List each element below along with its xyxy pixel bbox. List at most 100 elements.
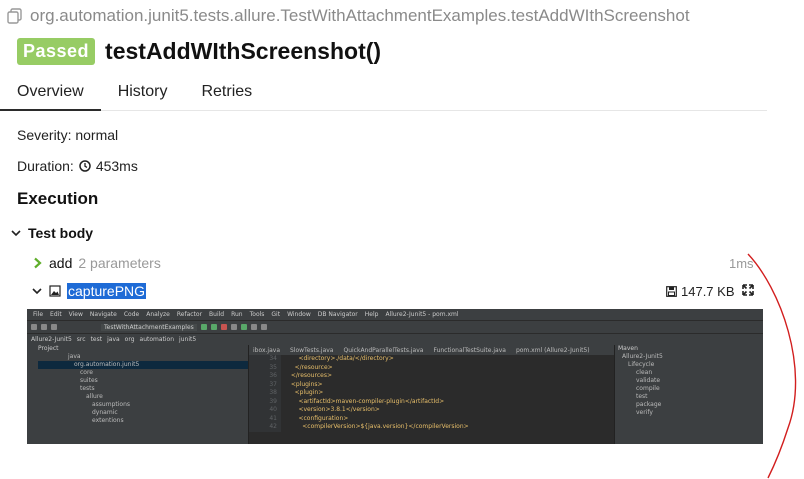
project-tree-item: suites	[80, 377, 98, 384]
status-badge: Passed	[17, 38, 96, 65]
editor-tabs: ibox.java SlowTests.java QuickAndParallelT…	[249, 345, 614, 355]
step-params: 2 parameters	[78, 255, 161, 271]
editor: ibox.java SlowTests.java QuickAndParallelT…	[249, 345, 614, 444]
ide-side-strip	[27, 345, 36, 444]
clock-icon	[79, 160, 91, 172]
vcs-icon	[230, 324, 237, 330]
code-area: 34 35 36 37 38 39 40 41 42 <directory>./data/</d…	[249, 355, 614, 432]
ide-menu-item: Navigate	[89, 311, 117, 318]
code-line: <compilerVersion>${java.version}</compil…	[287, 423, 469, 430]
project-tree-item: core	[80, 369, 93, 376]
ide-toolbar: TestWithAttachmentExamples	[27, 320, 763, 333]
duration-value: 453ms	[95, 158, 138, 174]
severity: Severity: normal	[17, 127, 119, 143]
line-number: 39	[269, 397, 277, 405]
test-body-label: Test body	[28, 225, 94, 241]
run-icon	[200, 324, 207, 330]
line-number: 42	[269, 423, 277, 430]
stop-icon	[220, 324, 227, 330]
test-full-name: org.automation.junit5.tests.allure.TestW…	[6, 6, 690, 26]
code-lines: <directory>./data/</directory> </resourc…	[281, 355, 469, 432]
project-tree: java org.automation.junit5 core suites tests…	[38, 353, 248, 424]
project-tree-item: tests	[80, 385, 95, 392]
ide-breadcrumb-item: org	[124, 336, 135, 343]
editor-tab: ibox.java	[253, 346, 280, 354]
editor-tab: pom.xml (Allure2-Junit5)	[515, 346, 590, 354]
code-line: <plugin>	[287, 389, 324, 396]
chevron-down-icon	[11, 230, 21, 237]
line-gutter: 34 35 36 37 38 39 40 41 42	[249, 355, 281, 432]
tab-overview[interactable]: Overview	[0, 76, 101, 111]
copy-icon[interactable]	[6, 7, 24, 25]
ide-breadcrumb-item: src	[76, 336, 86, 343]
project-tree-item: allure	[86, 393, 103, 400]
ide-menu-item: DB Navigator	[317, 311, 358, 318]
test-body-step[interactable]: Test body	[10, 225, 93, 241]
ide-menu-item: Git	[271, 311, 281, 318]
debug-icon	[210, 324, 217, 330]
project-tree-item: extentions	[92, 417, 124, 424]
line-number: 37	[269, 380, 277, 388]
step-name: add	[49, 255, 73, 271]
attachment-row[interactable]: capturePNG	[31, 283, 147, 299]
chevron-right-icon	[34, 257, 42, 269]
ide-breadcrumb-item: junit5	[179, 336, 197, 343]
page-title: testAddWIthScreenshot()	[105, 38, 382, 64]
ide-menu-item: Refactor	[176, 311, 203, 318]
editor-tab: SlowTests.java	[290, 346, 334, 354]
ide-menu-item: Window	[287, 311, 311, 318]
line-number: 38	[269, 389, 277, 396]
step-add[interactable]: add 2 parameters	[31, 255, 161, 271]
ide-menu-item: File	[33, 311, 44, 318]
editor-tab: FunctionalTestSuite.java	[433, 346, 506, 354]
attachment-size-value: 147.7 KB	[681, 284, 735, 299]
ide-menu-item: Edit	[50, 311, 62, 318]
save-icon	[666, 286, 677, 297]
project-tree-item: assumptions	[92, 401, 131, 408]
ide-breadcrumb-item: java	[107, 336, 120, 343]
line-number: 36	[269, 372, 277, 379]
project-tree-item: java	[68, 353, 81, 360]
tab-history[interactable]: History	[101, 76, 185, 109]
project-label: Project	[38, 345, 248, 353]
attachment-name: capturePNG	[67, 283, 147, 299]
red-annotation-curve	[747, 253, 797, 479]
sync-icon	[51, 324, 57, 330]
execution-heading: Execution	[17, 189, 99, 208]
full-name-text: org.automation.junit5.tests.allure.TestW…	[30, 6, 690, 25]
project-tree-item: org.automation.junit5	[38, 361, 248, 369]
commit-icon	[240, 324, 247, 330]
chevron-down-icon	[32, 288, 42, 295]
ide-menu-item: Tools	[249, 311, 265, 318]
ide-breadcrumb-item: automation	[139, 336, 175, 343]
code-line: </resources>	[287, 372, 332, 379]
editor-tab: QuickAndParallelTests.java	[343, 346, 424, 354]
image-icon	[49, 285, 61, 297]
ide-menu-item: Analyze	[146, 311, 170, 318]
ide-breadcrumb: Allure2-Junit5 src test java org automation ju…	[27, 333, 763, 345]
attachment-size: 147.7 KB	[666, 284, 735, 299]
ide-breadcrumb-item: test	[90, 336, 103, 343]
ide-menu-bar: File Edit View Navigate Code Analyze Refactor B…	[27, 309, 763, 320]
project-tree-item: dynamic	[92, 409, 118, 416]
open-icon	[31, 324, 37, 330]
ide-menu-item: View	[68, 311, 83, 318]
attachment-screenshot: File Edit View Navigate Code Analyze Refactor B…	[27, 309, 763, 444]
code-line: <version>3.8.1</version>	[287, 406, 380, 413]
search-icon	[260, 324, 267, 330]
ide-menu-item: Code	[123, 311, 140, 318]
ide-menu-item: Build	[209, 311, 225, 318]
ide-menu-item: Help	[364, 311, 379, 318]
line-number: 35	[269, 363, 277, 371]
line-number: 40	[269, 406, 277, 413]
code-line: <plugins>	[287, 380, 323, 388]
title-row: Passed testAddWIthScreenshot()	[17, 38, 381, 65]
code-line: <artifactId>maven-compiler-plugin</artif…	[287, 397, 445, 405]
tab-retries[interactable]: Retries	[184, 76, 269, 109]
history-icon	[250, 324, 257, 330]
line-number: 41	[269, 414, 277, 422]
tab-bar: Overview History Retries	[0, 76, 767, 111]
code-line: <directory>./data/</directory>	[287, 355, 394, 362]
save-all-icon	[41, 324, 47, 330]
line-number: 34	[269, 355, 277, 362]
